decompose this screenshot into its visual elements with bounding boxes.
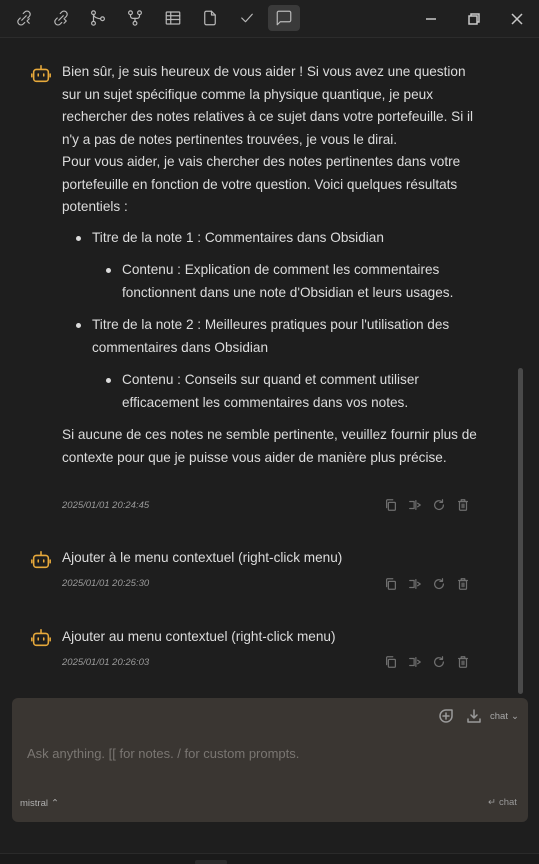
new-chat-icon [439, 709, 453, 723]
note-content: Contenu : Conseils sur quand et comment … [122, 372, 419, 410]
delete-icon [458, 499, 468, 511]
message-content: Ajouter au menu contextuel (right-click … [62, 626, 482, 649]
note-title: Titre de la note 2 : Meilleures pratique… [92, 317, 450, 355]
table-icon [165, 11, 181, 25]
resize-handle[interactable] [195, 860, 227, 864]
message-paragraph: Si aucune de ces notes ne semble pertine… [62, 427, 477, 465]
git-merge-icon [91, 10, 105, 26]
note-content: Contenu : Explication de comment les com… [122, 262, 454, 300]
download-button[interactable] [466, 708, 484, 726]
message-square-icon [276, 10, 292, 26]
scrollbar-thumb[interactable] [518, 368, 523, 694]
message-actions [382, 576, 472, 592]
close-icon [511, 13, 523, 25]
note-list: Titre de la note 1 : Commentaires dans O… [62, 227, 482, 415]
model-label: mistral [20, 798, 48, 809]
insert-button[interactable] [406, 654, 424, 670]
message-actions [382, 654, 472, 670]
model-select[interactable]: mistral ⌃ [20, 798, 59, 809]
mode-label: chat [490, 711, 508, 722]
delete-button[interactable] [454, 576, 472, 592]
message-paragraph: Ajouter à le menu contextuel (right-clic… [62, 550, 343, 565]
chat-button[interactable] [268, 5, 300, 31]
message-actions [382, 497, 472, 513]
insert-button[interactable] [406, 497, 424, 513]
regenerate-button[interactable] [430, 576, 448, 592]
message-content: Bien sûr, je suis heureux de vous aider … [62, 61, 482, 469]
message-paragraph: Ajouter au menu contextuel (right-click … [62, 629, 336, 644]
git-fork-button[interactable] [119, 5, 151, 31]
insert-icon [409, 500, 421, 510]
bot-icon [30, 627, 52, 649]
insert-icon [409, 657, 421, 667]
message-timestamp: 2025/01/01 20:26:03 [62, 657, 150, 668]
restore-button[interactable] [462, 8, 486, 30]
git-fork-icon [128, 10, 142, 26]
message-paragraph: Pour vous aider, je vais chercher des no… [62, 154, 461, 214]
send-button[interactable]: ↵ chat [488, 797, 517, 808]
copy-button[interactable] [382, 497, 400, 513]
minimize-button[interactable] [419, 8, 443, 30]
table-button[interactable] [157, 5, 189, 31]
message-timestamp: 2025/01/01 20:25:30 [62, 578, 150, 589]
message-paragraph: Bien sûr, je suis heureux de vous aider … [62, 64, 474, 147]
chat-input[interactable] [27, 742, 513, 764]
download-icon [467, 709, 481, 723]
insert-button[interactable] [406, 576, 424, 592]
copy-button[interactable] [382, 654, 400, 670]
restore-icon [468, 13, 480, 25]
list-item: Contenu : Explication de comment les com… [62, 259, 482, 304]
check-button[interactable] [231, 5, 263, 31]
copy-button[interactable] [382, 576, 400, 592]
delete-icon [458, 578, 468, 590]
bot-icon [30, 549, 52, 571]
copy-icon [386, 578, 396, 590]
chat-composer: chat ⌄ mistral ⌃ ↵ chat [12, 698, 528, 822]
copy-icon [386, 656, 396, 668]
send-label: chat [498, 797, 517, 808]
list-item: Titre de la note 1 : Commentaires dans O… [62, 227, 482, 250]
file-icon [204, 10, 216, 26]
file-button[interactable] [194, 5, 226, 31]
copy-icon [386, 499, 396, 511]
mode-select[interactable]: chat ⌄ [490, 711, 519, 722]
close-button[interactable] [505, 8, 529, 30]
link-forward-button[interactable] [45, 5, 77, 31]
enter-icon: ↵ [488, 797, 496, 808]
chevron-down-icon: ⌄ [510, 711, 519, 722]
git-merge-button[interactable] [82, 5, 114, 31]
regenerate-icon [434, 656, 444, 668]
link-back-button[interactable] [8, 5, 40, 31]
regenerate-button[interactable] [430, 497, 448, 513]
delete-button[interactable] [454, 497, 472, 513]
bot-icon [30, 63, 52, 85]
list-item: Contenu : Conseils sur quand et comment … [62, 369, 482, 414]
message-content: Ajouter à le menu contextuel (right-clic… [62, 547, 482, 570]
new-chat-button[interactable] [438, 708, 456, 726]
delete-button[interactable] [454, 654, 472, 670]
chevron-up-icon: ⌃ [50, 798, 59, 809]
regenerate-button[interactable] [430, 654, 448, 670]
message-timestamp: 2025/01/01 20:24:45 [62, 500, 150, 511]
toolbar [0, 0, 539, 38]
minimize-icon [426, 18, 436, 20]
insert-icon [409, 579, 421, 589]
regenerate-icon [434, 499, 444, 511]
link-back-icon [17, 10, 31, 26]
link-forward-icon [54, 10, 68, 26]
chat-messages: Bien sûr, je suis heureux de vous aider … [0, 38, 539, 696]
delete-icon [458, 656, 468, 668]
regenerate-icon [434, 578, 444, 590]
list-item: Titre de la note 2 : Meilleures pratique… [62, 314, 482, 359]
note-title: Titre de la note 1 : Commentaires dans O… [92, 229, 384, 245]
status-bar [0, 853, 539, 864]
check-icon [241, 13, 253, 23]
